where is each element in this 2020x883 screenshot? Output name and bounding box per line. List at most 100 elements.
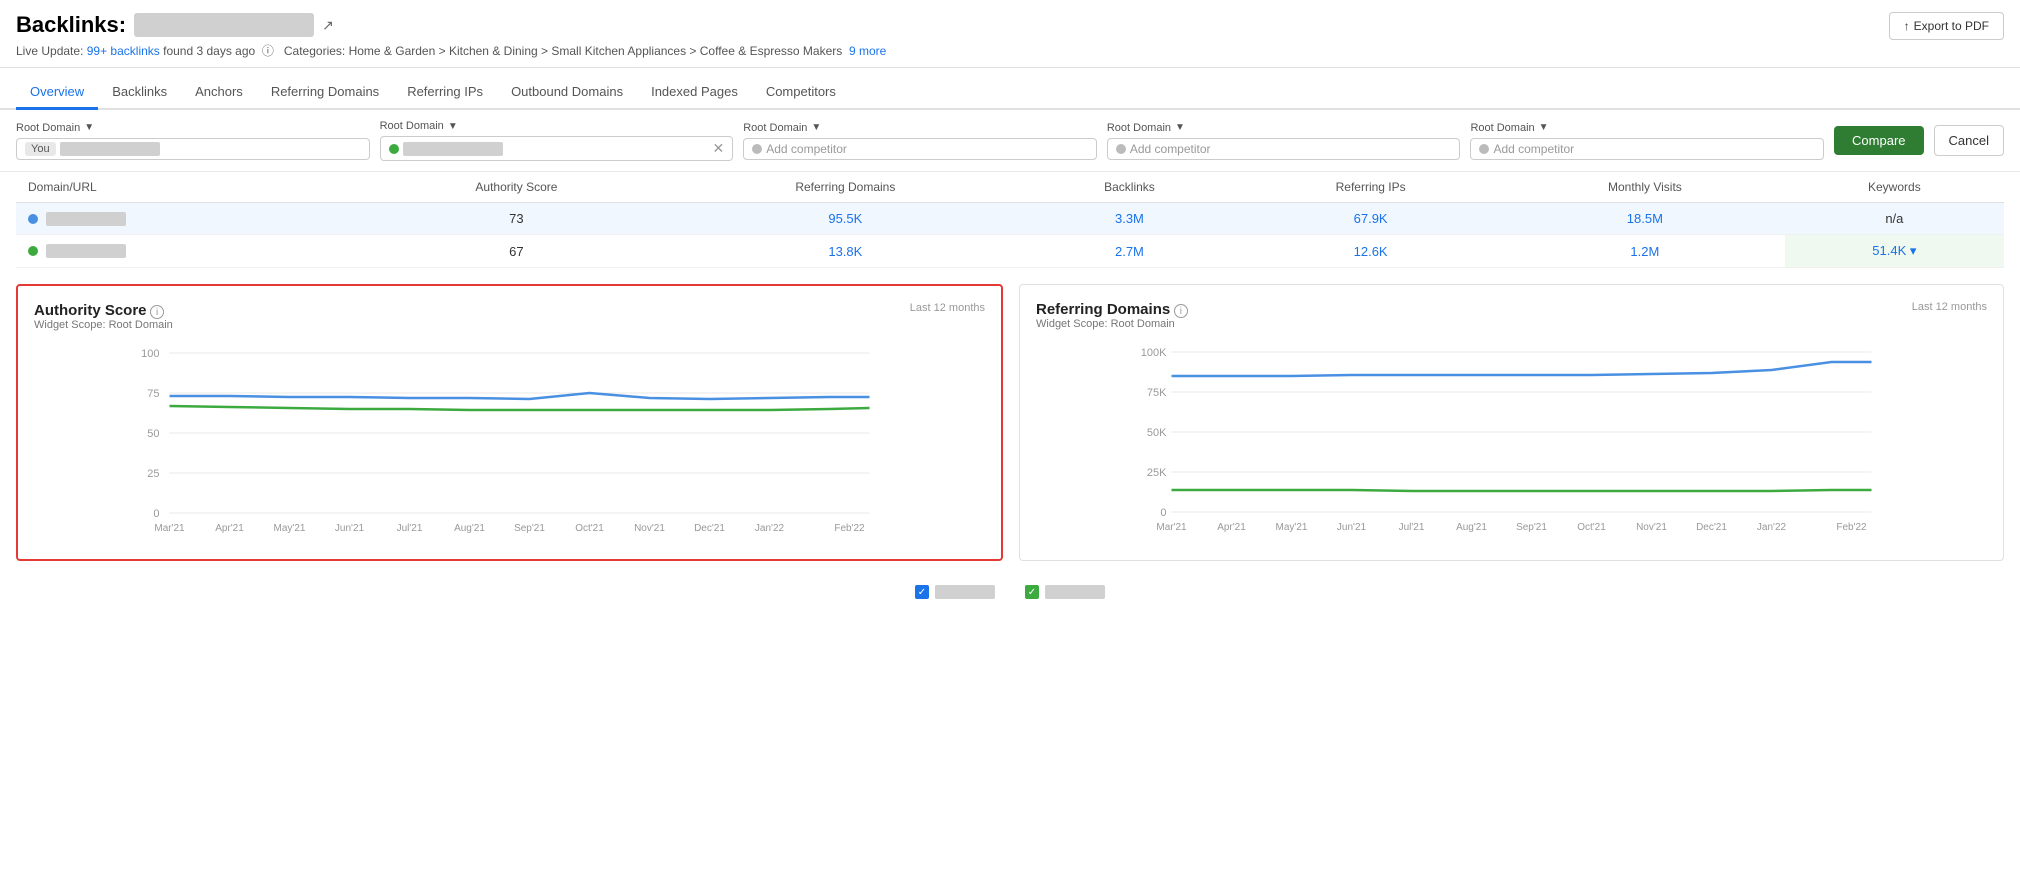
row2-monthly-visits[interactable]: 1.2M [1505, 235, 1785, 268]
tab-overview[interactable]: Overview [16, 76, 98, 110]
data-table: Domain/URL Authority Score Referring Dom… [16, 172, 2004, 268]
row2-domain-bar [46, 244, 126, 258]
row2-ref-ips[interactable]: 12.6K [1236, 235, 1505, 268]
row1-authority: 73 [365, 203, 668, 235]
row2-backlinks[interactable]: 2.7M [1023, 235, 1237, 268]
competitor-block-4: Root Domain ▼ Add competitor [1107, 122, 1461, 160]
domain-display [134, 13, 314, 37]
row1-domain-bar [46, 212, 126, 226]
comp-label-5[interactable]: Root Domain ▼ [1470, 122, 1824, 134]
external-link-icon[interactable]: ↗ [322, 17, 334, 34]
comp-label-3[interactable]: Root Domain ▼ [743, 122, 1097, 134]
data-table-section: Domain/URL Authority Score Referring Dom… [0, 172, 2020, 268]
row2-ref-domains[interactable]: 13.8K [668, 235, 1023, 268]
comp-input-1[interactable]: You [16, 138, 370, 160]
referring-info-icon[interactable]: i [1174, 304, 1188, 318]
root-domain-label-4: Root Domain [1107, 122, 1171, 134]
svg-text:Jul'21: Jul'21 [1399, 522, 1425, 533]
svg-text:Jul'21: Jul'21 [397, 523, 423, 534]
referring-domains-chart: Referring Domains i Widget Scope: Root D… [1019, 284, 2004, 561]
competitor-block-1: Root Domain ▼ You [16, 122, 370, 160]
live-update-label: Live Update: [16, 44, 83, 58]
domain-1-placeholder [60, 142, 160, 156]
comp-input-4[interactable]: Add competitor [1107, 138, 1461, 160]
row1-dot [28, 214, 38, 224]
svg-text:100: 100 [141, 348, 159, 360]
svg-text:May'21: May'21 [1276, 522, 1308, 533]
categories-text: Categories: Home & Garden > Kitchen & Di… [284, 44, 842, 58]
svg-text:Nov'21: Nov'21 [634, 523, 665, 534]
row1-ref-domains[interactable]: 95.5K [668, 203, 1023, 235]
competitor-row: Root Domain ▼ You Root Domain ▼ ✕ Root D… [0, 110, 2020, 172]
chevron-down-icon-3: ▼ [811, 122, 821, 133]
row2-keywords[interactable]: 51.4K ▾ [1785, 235, 2004, 268]
referring-chart-scope: Widget Scope: Root Domain [1036, 318, 1188, 330]
backlinks-count[interactable]: 99+ backlinks [87, 44, 160, 58]
tab-backlinks[interactable]: Backlinks [98, 76, 181, 110]
comp-label-2[interactable]: Root Domain ▼ [380, 120, 734, 132]
authority-chart-period: Last 12 months [910, 302, 985, 314]
gray-dot-3 [1479, 144, 1489, 154]
svg-text:Mar'21: Mar'21 [1156, 522, 1187, 533]
svg-text:Mar'21: Mar'21 [154, 523, 185, 534]
svg-text:0: 0 [153, 508, 159, 520]
col-domain-url: Domain/URL [16, 172, 365, 203]
comp-input-5[interactable]: Add competitor [1470, 138, 1824, 160]
row1-monthly-visits[interactable]: 18.5M [1505, 203, 1785, 235]
comp-label-1[interactable]: Root Domain ▼ [16, 122, 370, 134]
chevron-down-icon-1: ▼ [84, 122, 94, 133]
clear-icon-1[interactable]: ✕ [712, 140, 724, 157]
competitor-block-5: Root Domain ▼ Add competitor [1470, 122, 1824, 160]
compare-button[interactable]: Compare [1834, 126, 1923, 155]
svg-text:50K: 50K [1147, 427, 1167, 439]
authority-info-icon[interactable]: i [150, 305, 164, 319]
svg-text:50: 50 [147, 428, 159, 440]
svg-text:Dec'21: Dec'21 [1696, 522, 1727, 533]
add-competitor-1: Add competitor [766, 142, 847, 156]
chevron-down-icon-2: ▼ [448, 121, 458, 132]
svg-text:Sep'21: Sep'21 [1516, 522, 1547, 533]
svg-text:75K: 75K [1147, 387, 1167, 399]
row1-ref-ips[interactable]: 67.9K [1236, 203, 1505, 235]
chevron-down-icon-5: ▼ [1539, 122, 1549, 133]
found-ago: found 3 days ago [163, 44, 255, 58]
authority-chart-canvas: 100 75 50 25 0 Mar'21 Apr'21 May'21 Jun'… [34, 343, 985, 543]
referring-chart-svg: 100K 75K 50K 25K 0 Mar'21 Apr'21 May'21 … [1036, 342, 1987, 542]
gray-dot-2 [1116, 144, 1126, 154]
export-icon: ↑ [1904, 19, 1910, 33]
you-badge: You [25, 142, 56, 156]
svg-text:Feb'22: Feb'22 [834, 523, 865, 534]
tab-anchors[interactable]: Anchors [181, 76, 257, 110]
comp-input-3[interactable]: Add competitor [743, 138, 1097, 160]
col-referring-domains: Referring Domains [668, 172, 1023, 203]
authority-chart-scope: Widget Scope: Root Domain [34, 319, 173, 331]
comp-input-2[interactable]: ✕ [380, 136, 734, 161]
gray-dot-1 [752, 144, 762, 154]
add-competitor-2: Add competitor [1130, 142, 1211, 156]
svg-text:Aug'21: Aug'21 [1456, 522, 1487, 533]
tab-referring-domains[interactable]: Referring Domains [257, 76, 393, 110]
row2-dot [28, 246, 38, 256]
comp-label-4[interactable]: Root Domain ▼ [1107, 122, 1461, 134]
competitor-block-3: Root Domain ▼ Add competitor [743, 122, 1097, 160]
export-pdf-button[interactable]: ↑ Export to PDF [1889, 12, 2004, 40]
tab-competitors[interactable]: Competitors [752, 76, 850, 110]
tab-indexed-pages[interactable]: Indexed Pages [637, 76, 752, 110]
svg-text:0: 0 [1160, 507, 1166, 519]
tab-outbound-domains[interactable]: Outbound Domains [497, 76, 637, 110]
svg-text:25K: 25K [1147, 467, 1167, 479]
referring-blue-line [1172, 362, 1872, 376]
svg-text:Jun'21: Jun'21 [1337, 522, 1367, 533]
row1-keywords: n/a [1785, 203, 2004, 235]
authority-blue-line [170, 393, 870, 399]
legend-check-2[interactable]: ✓ [1025, 585, 1039, 599]
more-link[interactable]: 9 more [849, 44, 886, 58]
chevron-down-icon-4: ▼ [1175, 122, 1185, 133]
row1-backlinks[interactable]: 3.3M [1023, 203, 1237, 235]
root-domain-label-1: Root Domain [16, 122, 80, 134]
authority-score-chart: Authority Score i Widget Scope: Root Dom… [16, 284, 1003, 561]
cancel-button[interactable]: Cancel [1934, 125, 2004, 156]
svg-text:Apr'21: Apr'21 [1217, 522, 1246, 533]
legend-check-1[interactable]: ✓ [915, 585, 929, 599]
tab-referring-ips[interactable]: Referring IPs [393, 76, 497, 110]
